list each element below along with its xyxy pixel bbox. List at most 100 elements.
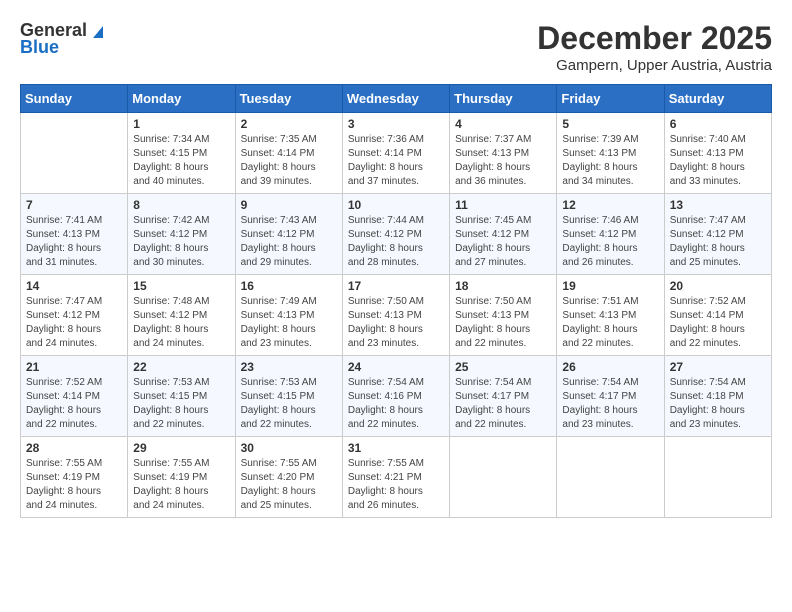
- calendar-cell: 2Sunrise: 7:35 AM Sunset: 4:14 PM Daylig…: [235, 113, 342, 194]
- calendar-cell: 25Sunrise: 7:54 AM Sunset: 4:17 PM Dayli…: [450, 356, 557, 437]
- day-number: 3: [348, 117, 444, 131]
- calendar-cell: 4Sunrise: 7:37 AM Sunset: 4:13 PM Daylig…: [450, 113, 557, 194]
- day-info: Sunrise: 7:41 AM Sunset: 4:13 PM Dayligh…: [26, 214, 122, 270]
- day-number: 14: [26, 279, 122, 293]
- calendar-cell: 12 Sunrise: 7:46 AM Sunset: 4:12 PM Dayli…: [557, 194, 664, 275]
- day-info: Sunrise: 7:53 AM Sunset: 4:15 PM Dayligh…: [241, 376, 337, 432]
- day-number: 27: [670, 360, 766, 374]
- calendar-cell: 3 Sunrise: 7:36 AM Sunset: 4:14 PM Daylig…: [342, 113, 449, 194]
- calendar-cell: 26Sunrise: 7:54 AM Sunset: 4:17 PM Dayli…: [557, 356, 664, 437]
- calendar-cell: 15Sunrise: 7:48 AM Sunset: 4:12 PM Dayli…: [128, 275, 235, 356]
- day-number: 30: [241, 441, 337, 455]
- day-info: Sunrise: 7:55 AM Sunset: 4:21 PM Dayligh…: [348, 457, 444, 513]
- calendar-cell: 19 Sunrise: 7:51 AM Sunset: 4:13 PM Dayli…: [557, 275, 664, 356]
- logo: General Blue: [20, 20, 107, 58]
- calendar-cell: [557, 437, 664, 518]
- calendar-cell: 16Sunrise: 7:49 AM Sunset: 4:13 PM Dayli…: [235, 275, 342, 356]
- calendar-cell: [664, 437, 771, 518]
- day-number: 10: [348, 198, 444, 212]
- week-row-2: 7 Sunrise: 7:41 AM Sunset: 4:13 PM Daylig…: [21, 194, 772, 275]
- day-header-friday: Friday: [557, 85, 664, 113]
- day-info: Sunrise: 7:39 AM Sunset: 4:13 PM Dayligh…: [562, 133, 658, 189]
- calendar-cell: 6 Sunrise: 7:40 AM Sunset: 4:13 PM Daylig…: [664, 113, 771, 194]
- day-number: 6: [670, 117, 766, 131]
- day-number: 21: [26, 360, 122, 374]
- day-info: Sunrise: 7:42 AM Sunset: 4:12 PM Dayligh…: [133, 214, 229, 270]
- calendar-cell: 5 Sunrise: 7:39 AM Sunset: 4:13 PM Daylig…: [557, 113, 664, 194]
- day-number: 29: [133, 441, 229, 455]
- calendar-cell: 13 Sunrise: 7:47 AM Sunset: 4:12 PM Dayli…: [664, 194, 771, 275]
- day-number: 13: [670, 198, 766, 212]
- day-number: 24: [348, 360, 444, 374]
- logo-blue-text: Blue: [20, 37, 59, 58]
- week-row-5: 28 Sunrise: 7:55 AM Sunset: 4:19 PM Dayli…: [21, 437, 772, 518]
- week-row-1: 1Sunrise: 7:34 AM Sunset: 4:15 PM Daylig…: [21, 113, 772, 194]
- week-row-3: 14 Sunrise: 7:47 AM Sunset: 4:12 PM Dayli…: [21, 275, 772, 356]
- day-info: Sunrise: 7:54 AM Sunset: 4:16 PM Dayligh…: [348, 376, 444, 432]
- calendar-cell: 11Sunrise: 7:45 AM Sunset: 4:12 PM Dayli…: [450, 194, 557, 275]
- logo-icon: [89, 22, 107, 40]
- location-title: Gampern, Upper Austria, Austria: [537, 57, 772, 74]
- calendar-cell: 24 Sunrise: 7:54 AM Sunset: 4:16 PM Dayli…: [342, 356, 449, 437]
- day-info: Sunrise: 7:53 AM Sunset: 4:15 PM Dayligh…: [133, 376, 229, 432]
- day-info: Sunrise: 7:45 AM Sunset: 4:12 PM Dayligh…: [455, 214, 551, 270]
- days-header-row: SundayMondayTuesdayWednesdayThursdayFrid…: [21, 85, 772, 113]
- day-info: Sunrise: 7:54 AM Sunset: 4:17 PM Dayligh…: [562, 376, 658, 432]
- day-info: Sunrise: 7:35 AM Sunset: 4:14 PM Dayligh…: [241, 133, 337, 189]
- header: General Blue December 2025 Gampern, Uppe…: [20, 20, 772, 74]
- day-number: 8: [133, 198, 229, 212]
- day-number: 28: [26, 441, 122, 455]
- day-header-sunday: Sunday: [21, 85, 128, 113]
- day-info: Sunrise: 7:37 AM Sunset: 4:13 PM Dayligh…: [455, 133, 551, 189]
- calendar-cell: 23Sunrise: 7:53 AM Sunset: 4:15 PM Dayli…: [235, 356, 342, 437]
- title-area: December 2025 Gampern, Upper Austria, Au…: [537, 20, 772, 74]
- day-info: Sunrise: 7:46 AM Sunset: 4:12 PM Dayligh…: [562, 214, 658, 270]
- day-number: 20: [670, 279, 766, 293]
- day-number: 5: [562, 117, 658, 131]
- day-info: Sunrise: 7:51 AM Sunset: 4:13 PM Dayligh…: [562, 295, 658, 351]
- day-number: 18: [455, 279, 551, 293]
- day-info: Sunrise: 7:52 AM Sunset: 4:14 PM Dayligh…: [26, 376, 122, 432]
- calendar-cell: 7 Sunrise: 7:41 AM Sunset: 4:13 PM Daylig…: [21, 194, 128, 275]
- day-number: 9: [241, 198, 337, 212]
- calendar-cell: [21, 113, 128, 194]
- day-number: 19: [562, 279, 658, 293]
- calendar-cell: 22 Sunrise: 7:53 AM Sunset: 4:15 PM Dayli…: [128, 356, 235, 437]
- calendar-cell: 10Sunrise: 7:44 AM Sunset: 4:12 PM Dayli…: [342, 194, 449, 275]
- day-info: Sunrise: 7:55 AM Sunset: 4:20 PM Dayligh…: [241, 457, 337, 513]
- day-number: 15: [133, 279, 229, 293]
- calendar-cell: 18 Sunrise: 7:50 AM Sunset: 4:13 PM Dayli…: [450, 275, 557, 356]
- day-header-tuesday: Tuesday: [235, 85, 342, 113]
- day-number: 31: [348, 441, 444, 455]
- day-info: Sunrise: 7:40 AM Sunset: 4:13 PM Dayligh…: [670, 133, 766, 189]
- day-number: 7: [26, 198, 122, 212]
- day-header-monday: Monday: [128, 85, 235, 113]
- day-info: Sunrise: 7:43 AM Sunset: 4:12 PM Dayligh…: [241, 214, 337, 270]
- month-title: December 2025: [537, 20, 772, 57]
- calendar-cell: 29Sunrise: 7:55 AM Sunset: 4:19 PM Dayli…: [128, 437, 235, 518]
- day-info: Sunrise: 7:34 AM Sunset: 4:15 PM Dayligh…: [133, 133, 229, 189]
- day-header-saturday: Saturday: [664, 85, 771, 113]
- day-number: 16: [241, 279, 337, 293]
- day-info: Sunrise: 7:36 AM Sunset: 4:14 PM Dayligh…: [348, 133, 444, 189]
- day-info: Sunrise: 7:50 AM Sunset: 4:13 PM Dayligh…: [455, 295, 551, 351]
- day-number: 12: [562, 198, 658, 212]
- calendar-cell: 31 Sunrise: 7:55 AM Sunset: 4:21 PM Dayli…: [342, 437, 449, 518]
- calendar-cell: 8 Sunrise: 7:42 AM Sunset: 4:12 PM Daylig…: [128, 194, 235, 275]
- day-info: Sunrise: 7:50 AM Sunset: 4:13 PM Dayligh…: [348, 295, 444, 351]
- day-info: Sunrise: 7:52 AM Sunset: 4:14 PM Dayligh…: [670, 295, 766, 351]
- calendar-cell: 30 Sunrise: 7:55 AM Sunset: 4:20 PM Dayli…: [235, 437, 342, 518]
- day-info: Sunrise: 7:47 AM Sunset: 4:12 PM Dayligh…: [670, 214, 766, 270]
- day-number: 17: [348, 279, 444, 293]
- day-number: 22: [133, 360, 229, 374]
- day-info: Sunrise: 7:47 AM Sunset: 4:12 PM Dayligh…: [26, 295, 122, 351]
- week-row-4: 21 Sunrise: 7:52 AM Sunset: 4:14 PM Dayli…: [21, 356, 772, 437]
- day-info: Sunrise: 7:54 AM Sunset: 4:18 PM Dayligh…: [670, 376, 766, 432]
- calendar-cell: 28 Sunrise: 7:55 AM Sunset: 4:19 PM Dayli…: [21, 437, 128, 518]
- calendar-cell: 17 Sunrise: 7:50 AM Sunset: 4:13 PM Dayli…: [342, 275, 449, 356]
- day-header-thursday: Thursday: [450, 85, 557, 113]
- day-info: Sunrise: 7:55 AM Sunset: 4:19 PM Dayligh…: [26, 457, 122, 513]
- calendar-cell: 27 Sunrise: 7:54 AM Sunset: 4:18 PM Dayli…: [664, 356, 771, 437]
- calendar-cell: 1Sunrise: 7:34 AM Sunset: 4:15 PM Daylig…: [128, 113, 235, 194]
- calendar: SundayMondayTuesdayWednesdayThursdayFrid…: [20, 84, 772, 518]
